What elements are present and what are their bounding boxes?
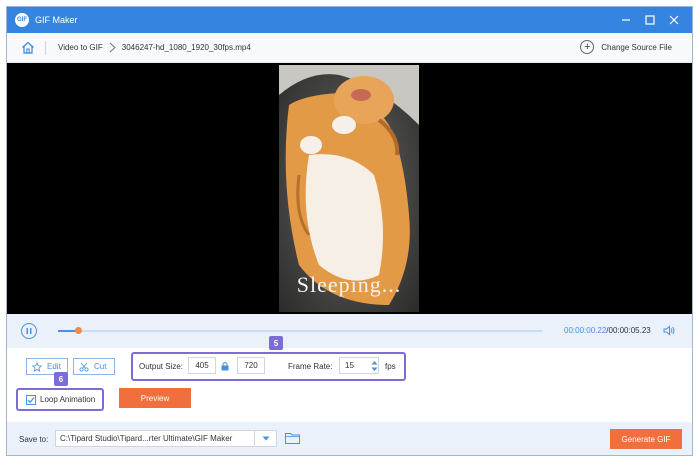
stepper-down-icon[interactable]	[371, 367, 378, 372]
minimize-icon	[622, 19, 630, 21]
add-icon: +	[580, 40, 595, 54]
generate-gif-button[interactable]: Generate GIF	[610, 429, 682, 449]
footer-bar: Save to: C:\Tipard Studio\Tipard...rter …	[7, 422, 692, 455]
cut-button[interactable]: Cut	[73, 358, 115, 375]
maximize-button[interactable]	[638, 7, 662, 33]
timecode: 00:00:00.22/00:00:05.23	[564, 326, 651, 335]
checkmark-icon	[27, 396, 35, 403]
breadcrumb-file: 3046247-hd_1080_1920_30fps.mp4	[121, 43, 251, 52]
cut-label: Cut	[94, 362, 107, 371]
loop-label: Loop Animation	[40, 395, 96, 404]
loop-checkbox[interactable]	[26, 394, 36, 405]
open-folder-button[interactable]	[285, 432, 300, 446]
app-logo: GIF	[15, 13, 29, 27]
chevron-down-icon	[262, 436, 269, 441]
output-height-input[interactable]: 720	[237, 357, 265, 374]
step-badge-6: 6	[54, 372, 68, 386]
volume-button[interactable]	[663, 325, 675, 338]
breadcrumb: Video to GIF 3046247-hd_1080_1920_30fps.…	[7, 33, 692, 63]
step-badge-5: 5	[269, 336, 283, 350]
save-path-dropdown[interactable]	[255, 430, 277, 447]
maximize-icon	[645, 15, 655, 25]
change-source-label: Change Source File	[601, 42, 672, 52]
folder-icon	[285, 433, 300, 444]
pause-button[interactable]	[21, 323, 37, 339]
lock-icon	[221, 362, 229, 371]
save-to-label: Save to:	[19, 435, 49, 444]
frame-rate-label: Frame Rate:	[288, 362, 333, 371]
progress-track[interactable]	[58, 327, 542, 334]
save-path-field[interactable]: C:\Tipard Studio\Tipard...rter Ultimate\…	[55, 430, 255, 447]
breadcrumb-section[interactable]: Video to GIF	[58, 43, 103, 52]
edit-label: Edit	[47, 362, 61, 371]
output-size-label: Output Size:	[139, 362, 184, 371]
gif-maker-window: GIF GIF Maker Video to GIF 3046247-hd_10…	[6, 6, 693, 456]
close-icon	[669, 15, 679, 25]
frame-rate-value: 15	[345, 361, 354, 370]
scissors-icon	[79, 362, 89, 372]
preview-button[interactable]: Preview	[119, 388, 191, 408]
total-time: /00:00:05.23	[606, 326, 651, 335]
fps-label: fps	[385, 362, 396, 371]
title-bar: GIF GIF Maker	[7, 7, 692, 33]
window-controls	[614, 7, 686, 33]
volume-icon	[663, 325, 675, 336]
breadcrumb-divider	[45, 40, 46, 55]
app-title: GIF Maker	[35, 15, 78, 25]
edit-star-icon	[32, 361, 42, 372]
video-frame: Sleeping...	[279, 65, 419, 312]
playback-bar: 00:00:00.22/00:00:05.23	[7, 314, 692, 348]
minimize-button[interactable]	[614, 7, 638, 33]
home-icon[interactable]	[21, 41, 35, 55]
video-preview: Sleeping...	[7, 63, 692, 314]
close-button[interactable]	[662, 7, 686, 33]
video-caption: Sleeping...	[296, 272, 402, 297]
progress-handle[interactable]	[75, 327, 83, 334]
stepper-up-icon[interactable]	[371, 360, 378, 365]
output-width-input[interactable]: 405	[188, 357, 216, 374]
chevron-right-icon	[109, 42, 116, 53]
loop-animation-toggle[interactable]: Loop Animation	[19, 391, 103, 408]
pause-icon	[26, 328, 32, 334]
lock-aspect-button[interactable]	[221, 361, 229, 373]
frame-rate-stepper[interactable]	[369, 357, 379, 374]
change-source-button[interactable]: + Change Source File	[580, 40, 672, 54]
current-time: 00:00:00.22	[564, 326, 607, 335]
